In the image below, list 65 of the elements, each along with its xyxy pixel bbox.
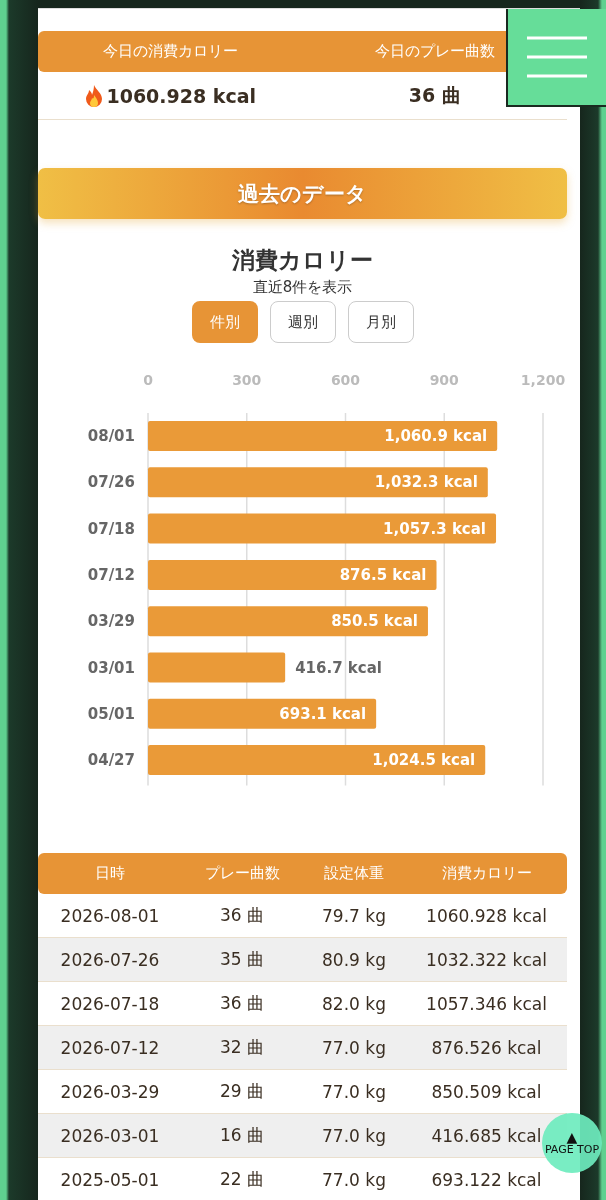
value-label: 1,032.3 kcal — [374, 473, 478, 492]
value-label: 850.5 kcal — [331, 612, 418, 631]
flame-icon — [84, 83, 105, 108]
table-cell: 2026-07-26 — [60, 949, 160, 970]
chart-title: 消費カロリー — [231, 246, 374, 275]
table-cell: 36 曲 — [219, 992, 264, 1015]
table-cell: 1060.928 kcal — [426, 905, 547, 926]
table-cell: 693.122 kcal — [431, 1169, 542, 1190]
table-cell: 80.9 kg — [322, 949, 386, 970]
table-cell: 77.0 kg — [322, 1169, 386, 1190]
table-cell: 2025-05-01 — [60, 1169, 160, 1190]
axis-tick-label: 300 — [232, 373, 262, 388]
table-cell: 29 曲 — [219, 1080, 264, 1103]
table-cell: 416.685 kcal — [431, 1125, 542, 1146]
value-label: 876.5 kcal — [339, 565, 427, 584]
menu-icon — [526, 36, 588, 78]
table-cell: 79.7 kg — [322, 905, 386, 926]
column-header: 設定体重 — [323, 864, 385, 883]
period-tab[interactable]: 月別 — [347, 301, 414, 343]
category-label: 05/01 — [87, 704, 135, 723]
axis-tick-label: 900 — [429, 373, 459, 388]
table-cell: 77.0 kg — [322, 1125, 386, 1146]
songs-value: 36 曲 — [408, 82, 461, 108]
category-label: 08/01 — [87, 427, 135, 445]
category-label: 07/26 — [87, 473, 135, 492]
table-cell: 82.0 kg — [322, 993, 386, 1014]
column-header: プレー曲数 — [203, 864, 281, 883]
column-header: 日時 — [94, 864, 126, 883]
table-cell: 850.509 kcal — [431, 1081, 542, 1102]
table-cell: 35 曲 — [219, 948, 264, 971]
category-label: 07/18 — [87, 519, 135, 538]
value-label: 416.7 kcal — [295, 658, 382, 677]
category-label: 03/01 — [87, 658, 135, 677]
column-header: 消費カロリー — [440, 864, 533, 883]
section-banner: 過去のデータ — [38, 168, 567, 219]
table-cell: 16 曲 — [219, 1124, 264, 1147]
table-cell: 2026-03-01 — [60, 1125, 160, 1146]
value-label: 1,057.3 kcal — [383, 519, 487, 538]
axis-tick-label: 1,200 — [520, 373, 566, 388]
table-cell: 2026-07-12 — [60, 1037, 160, 1058]
period-tab[interactable]: 週別 — [269, 301, 336, 343]
table-cell: 32 曲 — [219, 1036, 264, 1059]
calories-value: 1060.928 kcal — [106, 84, 257, 107]
table-cell: 36 曲 — [219, 904, 264, 927]
table-cell: 22 曲 — [219, 1168, 264, 1191]
category-label: 07/12 — [87, 565, 135, 584]
value-label: 693.1 kcal — [279, 704, 367, 723]
table-cell: 2026-08-01 — [60, 905, 160, 926]
value-label: 1,024.5 kcal — [372, 751, 476, 770]
category-label: 04/27 — [87, 751, 135, 770]
stats-header-label: 今日の消費カロリー — [101, 42, 239, 61]
category-label: 03/29 — [87, 612, 135, 631]
menu-button[interactable] — [506, 9, 606, 107]
table-cell: 77.0 kg — [322, 1081, 386, 1102]
axis-tick-label: 600 — [330, 373, 361, 388]
table-cell: 2026-03-29 — [60, 1081, 160, 1102]
stats-header-label: 今日のプレー曲数 — [373, 42, 496, 61]
table-cell: 77.0 kg — [322, 1037, 386, 1058]
chart-subtitle: 直近8件を表示 — [251, 278, 354, 297]
axis-tick-label: 0 — [143, 373, 153, 388]
table-cell: 876.526 kcal — [431, 1037, 542, 1058]
table-cell: 1032.322 kcal — [426, 949, 547, 970]
table-cell: 1057.346 kcal — [426, 993, 547, 1014]
table-cell: 2026-07-18 — [60, 993, 160, 1014]
value-label: 1,060.9 kcal — [384, 427, 488, 445]
